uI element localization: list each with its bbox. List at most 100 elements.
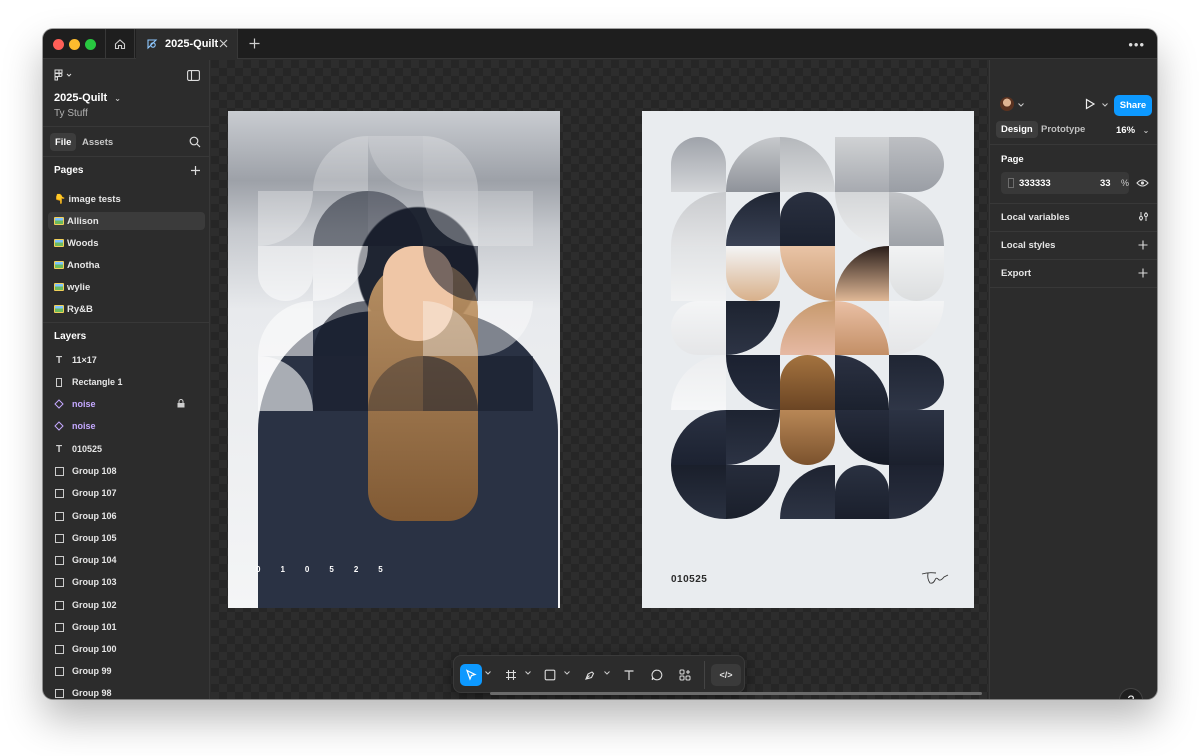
layer-item[interactable]: Group 103 bbox=[48, 573, 205, 591]
poster-frame-photo[interactable]: 0 1 0 5 2 5 bbox=[228, 111, 560, 608]
landscape-icon bbox=[54, 239, 64, 247]
file-name[interactable]: 2025-Quilt ⌄ bbox=[54, 92, 121, 104]
layer-label: Group 107 bbox=[72, 488, 117, 498]
digit: 0 bbox=[304, 565, 310, 574]
layer-item[interactable]: Rectangle 1 bbox=[48, 373, 205, 391]
color-hex-value[interactable]: 333333 bbox=[1019, 178, 1051, 189]
layer-item[interactable]: noise bbox=[48, 395, 205, 413]
main-menu-icon[interactable] bbox=[54, 69, 74, 81]
text-tool-button[interactable] bbox=[618, 664, 640, 686]
variables-icon[interactable] bbox=[1138, 211, 1149, 222]
move-tool-button[interactable] bbox=[460, 664, 482, 686]
page-label: 👇 image tests bbox=[54, 193, 121, 205]
home-button[interactable] bbox=[105, 29, 135, 59]
tab-file[interactable]: File bbox=[50, 133, 77, 151]
tab-prototype[interactable]: Prototype bbox=[1036, 121, 1090, 138]
group-icon bbox=[54, 533, 64, 543]
comment-tool-button[interactable] bbox=[646, 664, 668, 686]
pen-tool-button[interactable] bbox=[579, 664, 601, 686]
page-item-wylie[interactable]: wylie bbox=[48, 278, 205, 296]
close-tab-icon[interactable] bbox=[218, 38, 229, 49]
page-item-ryb[interactable]: Ry&B bbox=[48, 300, 205, 318]
page-label: Anotha bbox=[67, 259, 100, 271]
add-export-icon[interactable] bbox=[1138, 268, 1148, 278]
layer-item[interactable]: Group 98 bbox=[48, 684, 205, 699]
window-maximize-button[interactable] bbox=[85, 39, 96, 50]
design-canvas[interactable]: 0 1 0 5 2 5 010525 bbox=[211, 60, 988, 699]
layer-label: noise bbox=[72, 421, 96, 431]
layer-item[interactable]: Group 102 bbox=[48, 596, 205, 614]
layer-item[interactable]: noise bbox=[48, 417, 205, 435]
group-icon bbox=[54, 644, 64, 654]
export-heading[interactable]: Export bbox=[1001, 268, 1031, 279]
chevron-down-icon[interactable] bbox=[485, 670, 491, 676]
layer-item[interactable]: T 010525 bbox=[48, 440, 205, 458]
text-icon bbox=[624, 670, 634, 680]
landscape-icon bbox=[54, 217, 64, 225]
home-icon bbox=[114, 39, 126, 50]
window-close-button[interactable] bbox=[53, 39, 64, 50]
team-name[interactable]: Ty Stuff bbox=[54, 108, 88, 119]
page-item-allison[interactable]: Allison bbox=[48, 212, 205, 230]
tab-design[interactable]: Design bbox=[996, 121, 1038, 138]
poster-code: 010525 bbox=[671, 574, 708, 585]
divider bbox=[704, 661, 705, 689]
layer-item[interactable]: Group 101 bbox=[48, 618, 205, 636]
chevron-down-icon[interactable] bbox=[604, 670, 610, 676]
avatar[interactable] bbox=[1000, 97, 1014, 111]
dev-mode-toggle[interactable]: </> bbox=[711, 664, 741, 686]
layer-item[interactable]: Group 107 bbox=[48, 484, 205, 502]
color-swatch[interactable] bbox=[1008, 178, 1014, 188]
present-play-icon[interactable] bbox=[1084, 98, 1096, 110]
chevron-down-icon[interactable] bbox=[525, 670, 531, 676]
digit: 1 bbox=[280, 565, 285, 574]
shape-tool-button[interactable] bbox=[539, 664, 561, 686]
landscape-icon bbox=[54, 283, 64, 291]
chevron-down-icon[interactable] bbox=[1018, 102, 1024, 108]
actions-tool-button[interactable] bbox=[674, 664, 696, 686]
divider bbox=[990, 144, 1157, 145]
add-page-icon[interactable] bbox=[190, 165, 201, 176]
page-item-woods[interactable]: Woods bbox=[48, 234, 205, 252]
design-file-icon bbox=[147, 39, 158, 50]
divider bbox=[990, 287, 1157, 288]
zoom-level[interactable]: 16% ⌄ bbox=[1116, 125, 1149, 136]
local-styles-heading[interactable]: Local styles bbox=[1001, 240, 1055, 251]
layer-item[interactable]: Group 104 bbox=[48, 551, 205, 569]
layer-item[interactable]: Group 108 bbox=[48, 462, 205, 480]
poster-frame-quilt[interactable]: 010525 bbox=[642, 111, 974, 608]
group-icon bbox=[54, 688, 64, 698]
toggle-sidebar-icon[interactable] bbox=[187, 70, 200, 81]
page-item-image-tests[interactable]: 👇 image tests bbox=[48, 190, 205, 208]
help-button[interactable]: ? bbox=[1120, 689, 1142, 699]
page-item-anotha[interactable]: Anotha bbox=[48, 256, 205, 274]
layer-item[interactable]: Group 100 bbox=[48, 640, 205, 658]
cursor-icon bbox=[465, 669, 477, 681]
horizontal-scrollbar[interactable] bbox=[490, 692, 982, 695]
group-icon bbox=[54, 511, 64, 521]
layer-item[interactable]: Group 99 bbox=[48, 662, 205, 680]
color-opacity-value[interactable]: 33 bbox=[1100, 178, 1111, 189]
frame-tool-button[interactable] bbox=[500, 664, 522, 686]
tab-assets[interactable]: Assets bbox=[77, 133, 118, 151]
new-tab-icon[interactable] bbox=[248, 37, 261, 50]
add-style-icon[interactable] bbox=[1138, 240, 1148, 250]
chevron-down-icon[interactable] bbox=[1102, 102, 1108, 108]
eye-icon[interactable] bbox=[1136, 178, 1149, 188]
more-options-icon[interactable]: ••• bbox=[1128, 37, 1145, 52]
pen-icon bbox=[585, 671, 595, 680]
layer-item[interactable]: Group 105 bbox=[48, 529, 205, 547]
window-minimize-button[interactable] bbox=[69, 39, 80, 50]
local-variables-heading[interactable]: Local variables bbox=[1001, 212, 1070, 223]
search-icon[interactable] bbox=[189, 136, 201, 148]
page-label: Ry&B bbox=[67, 303, 93, 315]
lock-icon[interactable] bbox=[177, 399, 185, 408]
chevron-down-icon[interactable] bbox=[564, 670, 570, 676]
layer-item[interactable]: T 11×17 bbox=[48, 351, 205, 369]
page-color-field[interactable]: 333333 33 % bbox=[1001, 172, 1129, 194]
layer-label: 010525 bbox=[72, 444, 103, 454]
page-label: Allison bbox=[67, 215, 99, 227]
layer-item[interactable]: Group 106 bbox=[48, 507, 205, 525]
share-button[interactable]: Share bbox=[1114, 95, 1152, 116]
file-tab[interactable]: 2025-Quilt bbox=[136, 29, 238, 59]
